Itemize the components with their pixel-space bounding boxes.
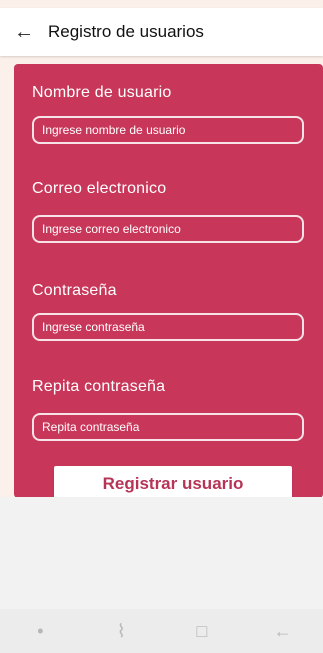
system-navigation-bar: • ⌇ □ ← bbox=[0, 609, 323, 653]
email-label: Correo electronico bbox=[32, 180, 167, 197]
content-background bbox=[0, 497, 323, 609]
recent-apps-icon[interactable]: ⌇ bbox=[91, 621, 151, 642]
repeat-password-input[interactable]: Repita contraseña bbox=[32, 413, 304, 441]
page-title: Registro de usuarios bbox=[48, 22, 204, 41]
back-icon[interactable]: ← bbox=[253, 621, 313, 642]
repeat-password-label: Repita contraseña bbox=[32, 378, 166, 395]
home-icon[interactable]: □ bbox=[172, 621, 232, 642]
password-input[interactable]: Ingrese contraseña bbox=[32, 313, 304, 341]
back-arrow-icon[interactable]: ← bbox=[0, 8, 48, 56]
username-label: Nombre de usuario bbox=[32, 84, 172, 101]
registration-form-card: Nombre de usuario Ingrese nombre de usua… bbox=[14, 64, 323, 498]
app-bar: ← Registro de usuarios bbox=[0, 8, 323, 56]
nav-dot-icon[interactable]: • bbox=[10, 621, 70, 642]
password-label: Contraseña bbox=[32, 282, 117, 299]
username-input[interactable]: Ingrese nombre de usuario bbox=[32, 116, 304, 144]
email-input[interactable]: Ingrese correo electronico bbox=[32, 215, 304, 243]
